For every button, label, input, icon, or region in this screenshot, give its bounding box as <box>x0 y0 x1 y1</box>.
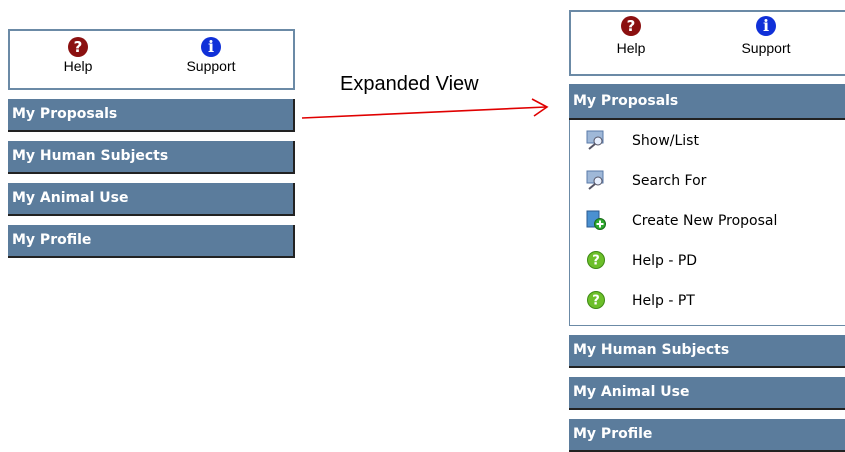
help-support-box-expanded: ? Help i Support <box>569 10 845 76</box>
section-my-human-subjects-collapsed[interactable]: My Human Subjects <box>8 141 295 174</box>
section-my-human-subjects-expanded[interactable]: My Human Subjects <box>569 335 845 368</box>
menu-item-label: Help - PD <box>632 253 698 269</box>
help-support-box-collapsed: ? Help i Support <box>8 29 295 90</box>
menu-item-label: Help - PT <box>632 293 695 309</box>
support-label: Support <box>186 58 236 74</box>
expanded-view-caption: Expanded View <box>340 73 479 95</box>
help-label: Help <box>63 58 93 74</box>
section-label: My Profile <box>573 426 653 442</box>
support-link[interactable]: i Support <box>171 31 251 74</box>
svg-text:?: ? <box>592 254 600 269</box>
arrow-annotation <box>301 98 549 119</box>
section-my-animal-use-expanded[interactable]: My Animal Use <box>569 377 845 410</box>
section-label: My Proposals <box>573 93 679 109</box>
proposals-menu: Show/List Search For Create New Proposal… <box>569 120 845 326</box>
section-label: My Animal Use <box>573 384 690 400</box>
support-link[interactable]: i Support <box>726 12 806 56</box>
menu-item-help-pt[interactable]: ? Help - PT <box>570 282 845 322</box>
help-icon: ? <box>68 37 88 57</box>
menu-item-show-list[interactable]: Show/List <box>570 122 845 162</box>
help-icon: ? <box>621 16 641 36</box>
help-link[interactable]: ? Help <box>591 12 671 56</box>
info-icon: i <box>201 37 221 57</box>
help-link[interactable]: ? Help <box>38 31 118 74</box>
magnifier-icon <box>586 170 604 190</box>
green-help-icon: ? <box>587 291 605 309</box>
menu-item-label: Create New Proposal <box>632 213 778 229</box>
section-label: My Human Subjects <box>12 148 169 164</box>
menu-item-create-new-proposal[interactable]: Create New Proposal <box>570 202 845 242</box>
menu-item-label: Search For <box>632 173 707 189</box>
section-my-profile-collapsed[interactable]: My Profile <box>8 225 295 258</box>
section-my-animal-use-collapsed[interactable]: My Animal Use <box>8 183 295 216</box>
menu-item-help-pd[interactable]: ? Help - PD <box>570 242 845 282</box>
section-my-profile-expanded[interactable]: My Profile <box>569 419 845 452</box>
menu-item-search-for[interactable]: Search For <box>570 162 845 202</box>
menu-item-label: Show/List <box>632 133 699 149</box>
svg-text:?: ? <box>592 294 600 309</box>
green-help-icon: ? <box>587 251 605 269</box>
section-label: My Human Subjects <box>573 342 730 358</box>
support-label: Support <box>741 40 791 56</box>
help-label: Help <box>616 40 646 56</box>
section-my-proposals-collapsed[interactable]: My Proposals <box>8 99 295 132</box>
section-label: My Profile <box>12 232 92 248</box>
section-label: My Proposals <box>12 106 118 122</box>
new-document-icon <box>586 210 606 230</box>
info-icon: i <box>756 16 776 36</box>
magnifier-icon <box>586 130 604 150</box>
section-label: My Animal Use <box>12 190 129 206</box>
section-my-proposals-expanded[interactable]: My Proposals <box>569 84 845 120</box>
